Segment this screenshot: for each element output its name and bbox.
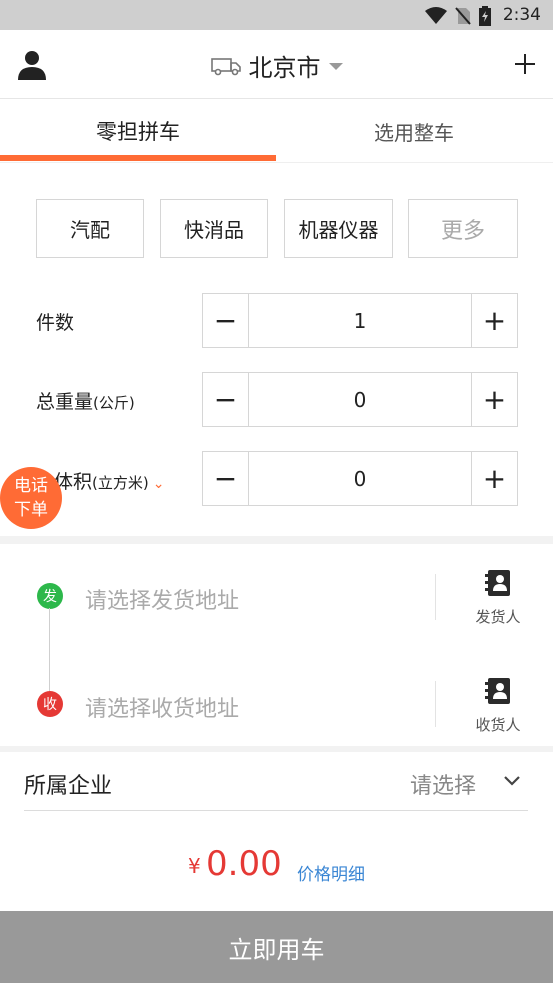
weight-plus-button[interactable]: + (472, 373, 517, 426)
company-label: 所属企业 (24, 774, 113, 799)
sender-contact-label: 发货人 (475, 608, 521, 626)
price-detail-link[interactable]: 价格明细 (297, 860, 365, 885)
contact-book-icon (485, 678, 510, 704)
tab-full-truck[interactable]: 选用整车 (276, 99, 552, 163)
status-time: 2:34 (502, 5, 541, 25)
category-more[interactable]: 更多 (408, 199, 518, 258)
city-name: 北京市 (248, 54, 321, 82)
section-divider (0, 746, 553, 752)
tab-ltl[interactable]: 零担拼车 (0, 99, 276, 163)
category-fmcg[interactable]: 快消品 (160, 199, 268, 258)
company-value: 请选择 (409, 774, 476, 799)
status-bar: 2:34 (0, 0, 553, 30)
status-icons (425, 6, 491, 26)
app-header: 北京市 (0, 30, 553, 99)
volume-label[interactable]: 体积(立方米) ⌄ (54, 467, 164, 494)
receiver-contact-button[interactable]: 收货人 (466, 678, 530, 735)
pieces-label: 件数 (36, 308, 74, 335)
plus-icon (515, 54, 535, 74)
weight-value[interactable]: 0 (248, 373, 472, 426)
weight-minus-button[interactable]: − (203, 373, 248, 426)
volume-minus-button[interactable]: − (203, 452, 248, 505)
truck-icon (210, 57, 241, 75)
add-button[interactable] (515, 46, 535, 80)
sender-separator (435, 574, 436, 620)
sender-badge: 发 (37, 583, 63, 609)
price-amount: 0.00 (206, 844, 282, 884)
chevron-down-icon: ⌄ (152, 476, 165, 492)
pieces-stepper: − 1 + (202, 293, 518, 348)
phone-order-button[interactable]: 电话 下单 (0, 467, 62, 529)
sender-address-input[interactable]: 请选择发货地址 (85, 583, 239, 615)
weight-label-text: 总重量 (36, 391, 94, 413)
phone-order-line1: 电话 (14, 476, 48, 496)
no-sim-icon (455, 7, 471, 25)
receiver-address-input[interactable]: 请选择收货地址 (85, 691, 239, 723)
price-currency: ¥ (188, 854, 201, 878)
volume-stepper: − 0 + (202, 451, 518, 506)
active-tab-indicator (0, 155, 276, 161)
weight-unit: (公斤) (93, 394, 135, 412)
sender-contact-button[interactable]: 发货人 (466, 570, 530, 627)
pieces-label-text: 件数 (36, 312, 75, 334)
city-selector[interactable]: 北京市 (0, 48, 553, 83)
tab-bar: 零担拼车 选用整车 (0, 99, 553, 163)
volume-plus-button[interactable]: + (472, 452, 517, 505)
pieces-minus-button[interactable]: − (203, 294, 248, 347)
section-divider (0, 536, 553, 544)
chevron-down-icon (504, 776, 520, 786)
receiver-separator (435, 681, 436, 727)
caret-down-icon (328, 62, 343, 70)
contact-book-icon (485, 570, 510, 596)
wifi-icon (425, 7, 447, 24)
phone-order-line2: 下单 (14, 500, 48, 520)
battery-charging-icon (479, 6, 491, 26)
address-connector-line (49, 608, 50, 694)
receiver-badge: 收 (37, 691, 63, 717)
volume-value[interactable]: 0 (248, 452, 472, 505)
weight-label: 总重量(公斤) (36, 387, 135, 414)
submit-button[interactable]: 立即用车 (0, 911, 553, 983)
weight-stepper: − 0 + (202, 372, 518, 427)
category-machinery[interactable]: 机器仪器 (284, 199, 393, 258)
category-auto-parts[interactable]: 汽配 (36, 199, 144, 258)
price-summary: ¥ 0.00 价格明细 (0, 840, 553, 890)
receiver-contact-label: 收货人 (475, 716, 521, 734)
pieces-plus-button[interactable]: + (472, 294, 517, 347)
pieces-value[interactable]: 1 (248, 294, 472, 347)
volume-unit: (立方米) (92, 474, 149, 492)
company-selector[interactable]: 所属企业 请选择 (24, 754, 528, 811)
